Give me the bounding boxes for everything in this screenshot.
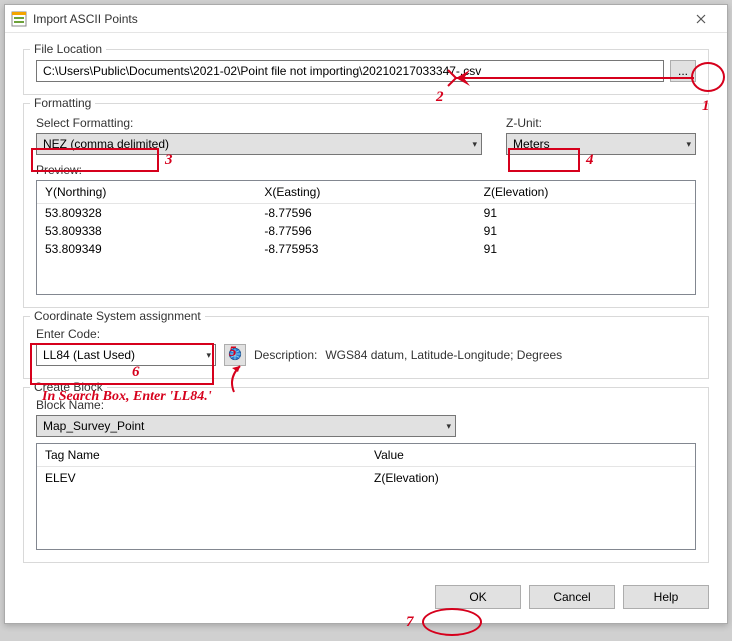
- col-header-value: Value: [366, 444, 695, 466]
- preview-label: Preview:: [36, 163, 696, 177]
- window-title: Import ASCII Points: [33, 12, 138, 26]
- cell: -8.77596: [256, 222, 475, 240]
- chevron-down-icon: ▾: [446, 421, 451, 432]
- table-header: Tag Name Value: [37, 444, 695, 467]
- cell: ELEV: [37, 467, 366, 489]
- group-label-cs: Coordinate System assignment: [30, 309, 205, 323]
- enter-code-label: Enter Code:: [36, 327, 696, 341]
- col-header-tagname: Tag Name: [37, 444, 366, 466]
- zunit-combo[interactable]: Meters ▾: [506, 133, 696, 155]
- app-icon: [11, 11, 27, 27]
- group-coordinate-system: Coordinate System assignment Enter Code:…: [23, 316, 709, 379]
- globe-icon: [228, 347, 242, 364]
- chevron-down-icon: ▾: [686, 139, 691, 150]
- cell: Z(Elevation): [366, 467, 695, 489]
- description-label: Description:: [254, 348, 317, 362]
- col-header-northing: Y(Northing): [37, 181, 256, 203]
- dialog-footer: OK Cancel Help: [5, 575, 727, 623]
- group-formatting: Formatting Select Formatting: NEZ (comma…: [23, 103, 709, 308]
- table-header: Y(Northing) X(Easting) Z(Elevation): [37, 181, 695, 204]
- globe-button[interactable]: [224, 344, 246, 366]
- help-label: Help: [654, 590, 679, 604]
- select-formatting-label: Select Formatting:: [36, 116, 482, 130]
- col-header-elevation: Z(Elevation): [476, 181, 695, 203]
- help-button[interactable]: Help: [623, 585, 709, 609]
- group-file-location: File Location ...: [23, 49, 709, 95]
- table-row: ELEV Z(Elevation): [37, 467, 695, 489]
- zunit-label: Z-Unit:: [506, 116, 696, 130]
- col-header-easting: X(Easting): [256, 181, 475, 203]
- ellipsis-icon: ...: [678, 64, 688, 78]
- tag-table: Tag Name Value ELEV Z(Elevation): [36, 443, 696, 550]
- table-row: 53.809349 -8.775953 91: [37, 240, 695, 258]
- block-name-value: Map_Survey_Point: [43, 419, 144, 433]
- group-create-block: Create Block Block Name: Map_Survey_Poin…: [23, 387, 709, 563]
- group-label-formatting: Formatting: [30, 96, 95, 110]
- ok-button[interactable]: OK: [435, 585, 521, 609]
- chevron-down-icon: ▾: [472, 139, 477, 150]
- enter-code-combo[interactable]: LL84 (Last Used) ▾: [36, 344, 216, 366]
- group-label-file-location: File Location: [30, 42, 106, 56]
- description-value: WGS84 datum, Latitude-Longitude; Degrees: [325, 348, 562, 362]
- table-row: 53.809328 -8.77596 91: [37, 204, 695, 222]
- cell: 53.809338: [37, 222, 256, 240]
- preview-table: Y(Northing) X(Easting) Z(Elevation) 53.8…: [36, 180, 696, 295]
- cell: 91: [476, 240, 695, 258]
- ok-label: OK: [469, 590, 486, 604]
- block-name-label: Block Name:: [36, 398, 696, 412]
- select-formatting-combo[interactable]: NEZ (comma delimited) ▾: [36, 133, 482, 155]
- cell: -8.775953: [256, 240, 475, 258]
- cancel-button[interactable]: Cancel: [529, 585, 615, 609]
- cell: 53.809328: [37, 204, 256, 222]
- group-label-block: Create Block: [30, 380, 107, 394]
- block-name-combo[interactable]: Map_Survey_Point ▾: [36, 415, 456, 437]
- close-button[interactable]: [681, 7, 721, 31]
- cell: 91: [476, 204, 695, 222]
- titlebar: Import ASCII Points: [5, 5, 727, 33]
- cell: 91: [476, 222, 695, 240]
- chevron-down-icon: ▾: [206, 350, 211, 361]
- file-path-input[interactable]: [36, 60, 664, 82]
- cancel-label: Cancel: [553, 590, 590, 604]
- zunit-value: Meters: [513, 137, 550, 151]
- cell: 53.809349: [37, 240, 256, 258]
- enter-code-value: LL84 (Last Used): [43, 348, 135, 362]
- browse-button[interactable]: ...: [670, 60, 696, 82]
- cell: -8.77596: [256, 204, 475, 222]
- table-row: 53.809338 -8.77596 91: [37, 222, 695, 240]
- select-formatting-value: NEZ (comma delimited): [43, 137, 169, 151]
- dialog-window: Import ASCII Points File Location ... Fo…: [4, 4, 728, 624]
